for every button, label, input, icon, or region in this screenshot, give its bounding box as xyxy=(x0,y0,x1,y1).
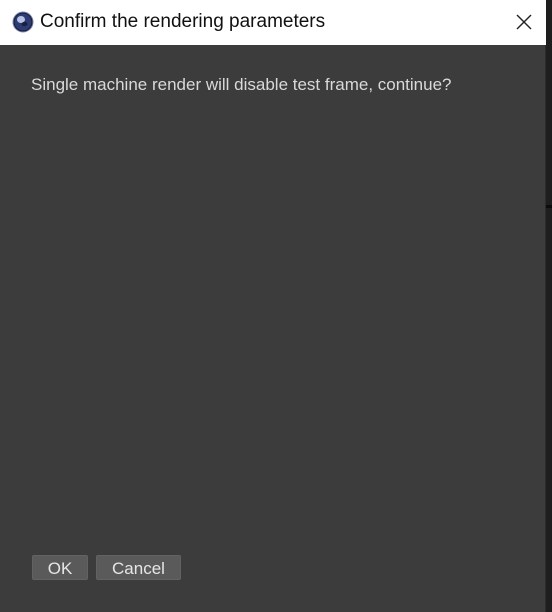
confirm-message: Single machine render will disable test … xyxy=(31,75,452,94)
ok-button[interactable]: OK xyxy=(32,555,88,580)
cancel-button[interactable]: Cancel xyxy=(96,555,181,580)
dialog-title: Confirm the rendering parameters xyxy=(40,11,326,32)
background-edge xyxy=(546,0,552,612)
background-edge-mark xyxy=(546,205,552,208)
cinema4d-app-icon xyxy=(12,11,34,33)
confirm-dialog: Confirm the rendering parameters Single … xyxy=(0,0,546,612)
close-icon[interactable] xyxy=(512,10,536,34)
title-bar[interactable]: Confirm the rendering parameters xyxy=(0,0,546,45)
